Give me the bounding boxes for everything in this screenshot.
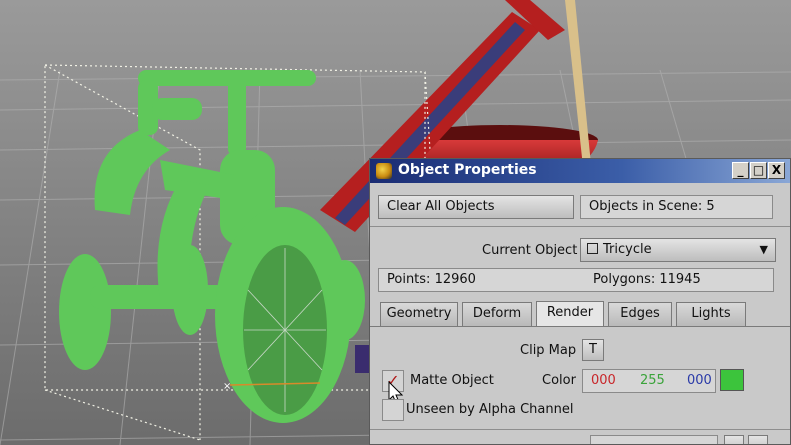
clear-all-objects-button[interactable]: Clear All Objects	[378, 195, 574, 219]
lightwave-icon	[376, 163, 392, 179]
tab-deform[interactable]: Deform	[462, 302, 532, 326]
tab-geometry[interactable]: Geometry	[380, 302, 458, 326]
objects-in-scene-count: Objects in Scene: 5	[580, 195, 773, 219]
divider	[370, 429, 790, 430]
clip-map-texture-button[interactable]: T	[582, 339, 604, 361]
minimize-button[interactable]: _	[732, 162, 749, 179]
color-blue-value[interactable]: 000	[687, 370, 712, 392]
stats-bar: Points: 12960 Polygons: 11945	[378, 268, 774, 292]
tab-lights[interactable]: Lights	[676, 302, 746, 326]
tab-baseline	[370, 326, 790, 327]
partial-field[interactable]	[590, 435, 718, 444]
color-swatch[interactable]	[720, 369, 744, 391]
color-label: Color	[542, 373, 576, 388]
chevron-down-icon: ▼	[759, 243, 768, 256]
clip-map-label: Clip Map	[520, 343, 577, 358]
divider	[370, 226, 790, 227]
purple-object	[355, 345, 369, 373]
unseen-by-alpha-label: Unseen by Alpha Channel	[406, 402, 574, 417]
color-green-value[interactable]: 255	[640, 370, 665, 392]
partial-button[interactable]	[748, 435, 768, 444]
points-count: Points: 12960	[387, 272, 476, 287]
object-properties-panel: Object Properties _ □ X Clear All Object…	[369, 158, 791, 445]
close-button[interactable]: X	[768, 162, 785, 179]
tab-edges[interactable]: Edges	[608, 302, 672, 326]
current-object-value: Tricycle	[603, 242, 652, 257]
maximize-button[interactable]: □	[750, 162, 767, 179]
matte-object-label: Matte Object	[410, 373, 494, 388]
title-bar[interactable]: Object Properties _ □ X	[370, 159, 790, 183]
object-icon	[587, 243, 598, 254]
color-value-field[interactable]: 000 255 000	[582, 369, 716, 393]
tab-render[interactable]: Render	[536, 301, 604, 327]
unseen-by-alpha-checkbox[interactable]	[382, 399, 404, 421]
color-red-value[interactable]: 000	[591, 370, 616, 392]
current-object-dropdown[interactable]: Tricycle ▼	[580, 238, 776, 262]
svg-text:×: ×	[223, 381, 231, 392]
polygons-count: Polygons: 11945	[593, 272, 701, 287]
partial-button[interactable]	[724, 435, 744, 444]
current-object-label: Current Object	[482, 243, 578, 258]
window-title: Object Properties	[398, 162, 537, 178]
